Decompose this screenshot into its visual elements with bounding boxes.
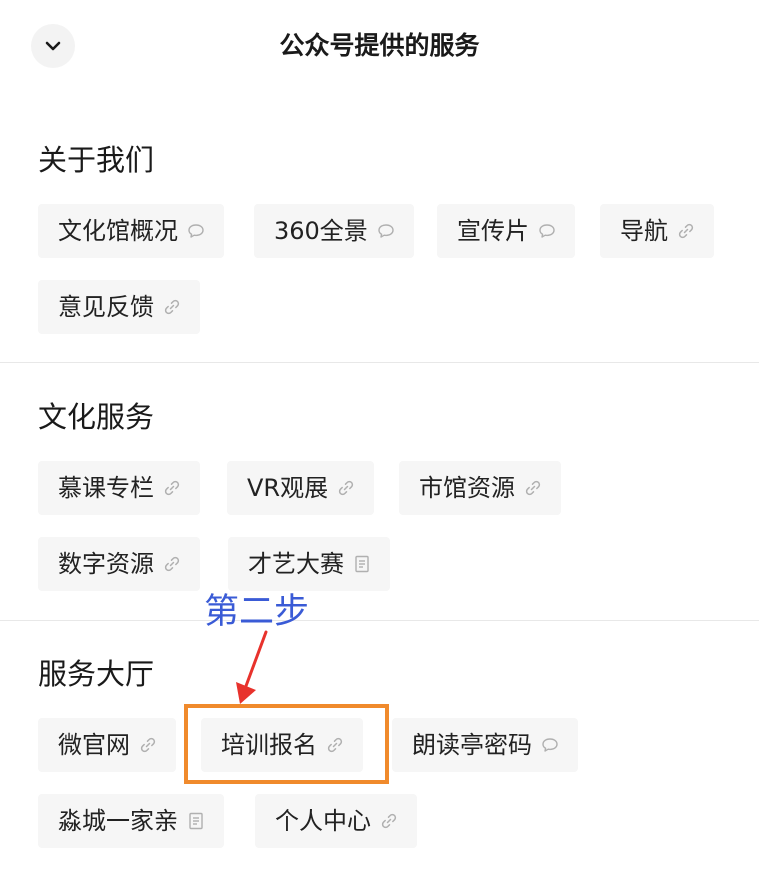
link-icon xyxy=(162,297,182,317)
document-icon xyxy=(186,811,206,831)
service-item-miaocheng-family[interactable]: 淼城一家亲 xyxy=(38,794,224,848)
chat-bubble-icon xyxy=(186,221,206,241)
service-item-feedback[interactable]: 意见反馈 xyxy=(38,280,200,334)
service-item-label: 宣传片 xyxy=(457,217,529,245)
service-item-mooc-column[interactable]: 慕课专栏 xyxy=(38,461,200,515)
service-item-label: 才艺大赛 xyxy=(248,550,344,578)
service-item-promo-video[interactable]: 宣传片 xyxy=(437,204,575,258)
service-item-label: 数字资源 xyxy=(58,550,154,578)
service-item-label: 微官网 xyxy=(58,731,130,759)
step-highlight-box xyxy=(184,704,389,784)
service-item-personal-center[interactable]: 个人中心 xyxy=(255,794,417,848)
service-item-label: 360全景 xyxy=(274,217,368,245)
document-icon xyxy=(352,554,372,574)
service-item-360-panorama[interactable]: 360全景 xyxy=(254,204,414,258)
service-item-label: 文化馆概况 xyxy=(58,217,178,245)
service-item-label: 市馆资源 xyxy=(419,474,515,502)
service-item-label: 淼城一家亲 xyxy=(58,807,178,835)
link-icon xyxy=(676,221,696,241)
link-icon xyxy=(379,811,399,831)
service-item-label: 导航 xyxy=(620,217,668,245)
step-annotation-label: 第二步 xyxy=(204,592,310,632)
service-item-digital-resources[interactable]: 数字资源 xyxy=(38,537,200,591)
service-item-navigation[interactable]: 导航 xyxy=(600,204,714,258)
service-item-label: VR观展 xyxy=(247,474,329,502)
link-icon xyxy=(162,478,182,498)
chat-bubble-icon xyxy=(540,735,560,755)
section-title-service-hall: 服务大厅 xyxy=(38,657,155,691)
service-item-culture-center-overview[interactable]: 文化馆概况 xyxy=(38,204,224,258)
link-icon xyxy=(138,735,158,755)
service-item-vr-exhibition[interactable]: VR观展 xyxy=(227,461,375,515)
page-title: 公众号提供的服务 xyxy=(279,31,480,60)
service-item-label: 意见反馈 xyxy=(58,293,154,321)
link-icon xyxy=(336,478,356,498)
service-item-label: 个人中心 xyxy=(275,807,371,835)
service-item-reading-booth-password[interactable]: 朗读亭密码 xyxy=(392,718,578,772)
section-title-culture-services: 文化服务 xyxy=(38,400,155,434)
chat-bubble-icon xyxy=(537,221,557,241)
link-icon xyxy=(162,554,182,574)
section-divider xyxy=(0,362,759,363)
section-title-about: 关于我们 xyxy=(38,143,155,177)
link-icon xyxy=(523,478,543,498)
service-item-city-museum-resources[interactable]: 市馆资源 xyxy=(399,461,561,515)
service-item-micro-website[interactable]: 微官网 xyxy=(38,718,176,772)
annotation-arrow xyxy=(236,630,268,704)
chat-bubble-icon xyxy=(376,221,396,241)
service-item-label: 慕课专栏 xyxy=(58,474,154,502)
service-item-talent-contest[interactable]: 才艺大赛 xyxy=(228,537,390,591)
section-divider xyxy=(0,620,759,621)
header: 公众号提供的服务 xyxy=(0,0,759,92)
service-item-label: 朗读亭密码 xyxy=(412,731,532,759)
